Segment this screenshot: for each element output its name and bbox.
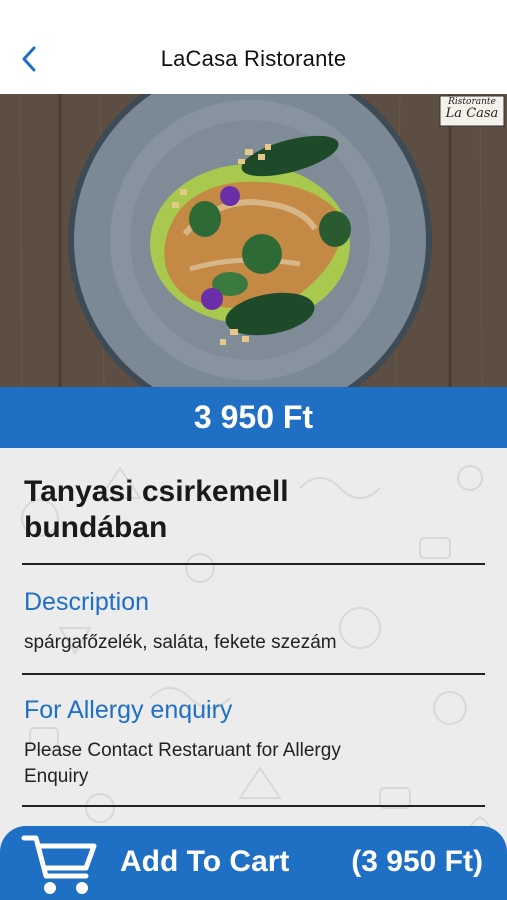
divider bbox=[22, 563, 485, 565]
page-title: LaCasa Ristorante bbox=[160, 46, 347, 71]
price-label: 3 950 Ft bbox=[193, 399, 314, 435]
dish-name: Tanyasi csirkemell bundában bbox=[24, 475, 289, 544]
add-to-cart-label: Add To Cart bbox=[120, 845, 290, 878]
dish-image: Ristorante La Casa bbox=[0, 94, 507, 387]
description-heading: Description bbox=[24, 588, 150, 616]
restaurant-logo-text: Ristorante La Casa bbox=[445, 97, 499, 121]
add-to-cart-button[interactable]: Add To Cart (3 950 Ft) bbox=[0, 826, 507, 900]
divider bbox=[22, 805, 485, 807]
description-text: spárgafőzelék, saláta, fekete szezám bbox=[24, 632, 337, 653]
navigation-bar: LaCasa Ristorante bbox=[0, 0, 507, 94]
divider bbox=[22, 673, 485, 675]
shopping-cart-icon bbox=[21, 835, 97, 894]
price-banner: 3 950 Ft bbox=[0, 387, 507, 448]
allergy-text: Please Contact Restaruant for Allergy En… bbox=[24, 740, 341, 787]
allergy-heading: For Allergy enquiry bbox=[24, 696, 233, 724]
add-to-cart-price: (3 950 Ft) bbox=[351, 845, 483, 878]
